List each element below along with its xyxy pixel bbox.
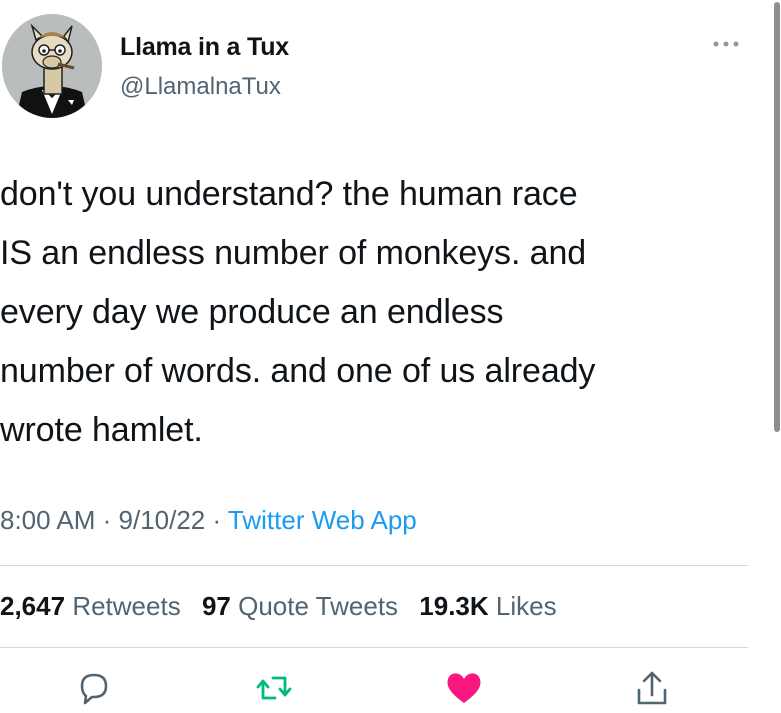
- quote-tweets-count: 97: [201, 591, 231, 621]
- meta-separator: ·: [95, 505, 119, 535]
- tweet-text-line: IS an endless number of monkeys. and: [0, 234, 587, 272]
- quote-tweets-stat[interactable]: 97 Quote Tweets: [202, 591, 398, 621]
- more-options-button[interactable]: [708, 32, 744, 56]
- retweets-label: Retweets: [72, 591, 181, 621]
- llama-in-tuxedo-avatar-icon: [2, 14, 102, 118]
- retweet-icon: [256, 676, 292, 700]
- tweet-time[interactable]: 8:00 AM: [0, 505, 95, 535]
- likes-count: 19.3K: [419, 591, 489, 621]
- tweet-actions: [0, 668, 781, 708]
- tweet-source-link[interactable]: Twitter Web App: [228, 505, 417, 535]
- tweet-stats: 2,647 Retweets 97 Quote Tweets 19.3K Lik…: [0, 591, 571, 622]
- scrollbar[interactable]: [774, 2, 780, 432]
- share-icon: [637, 671, 667, 705]
- tweet-text-line: don't you understand? the human race: [0, 175, 578, 213]
- share-button[interactable]: [632, 668, 672, 708]
- tweet-text-line: number of words. and one of us already: [0, 352, 596, 390]
- heart-icon: [447, 673, 481, 703]
- quote-tweets-label: Quote Tweets: [238, 591, 399, 621]
- meta-separator: ·: [205, 505, 228, 535]
- avatar[interactable]: [2, 14, 102, 118]
- retweet-button[interactable]: [254, 668, 294, 708]
- divider: [0, 647, 748, 648]
- retweets-stat[interactable]: 2,647 Retweets: [0, 591, 181, 621]
- tweet-date[interactable]: 9/10/22: [119, 505, 206, 535]
- author-display-name[interactable]: Llama in a Tux: [120, 33, 289, 62]
- author-handle[interactable]: @LlamalnaTux: [120, 73, 281, 101]
- tweet-meta: 8:00 AM · 9/10/22 · Twitter Web App: [0, 505, 417, 536]
- tweet-text: don't you understand? the human race IS …: [0, 165, 760, 460]
- tweet-text-line: wrote hamlet.: [0, 411, 203, 449]
- reply-icon: [80, 673, 108, 705]
- reply-button[interactable]: [74, 668, 114, 708]
- retweets-count: 2,647: [0, 591, 66, 621]
- divider: [0, 565, 748, 566]
- like-button[interactable]: [444, 668, 484, 708]
- tweet-text-line: every day we produce an endless: [0, 293, 504, 331]
- more-options-icon: [713, 41, 739, 47]
- likes-stat[interactable]: 19.3K Likes: [419, 591, 556, 621]
- likes-label: Likes: [495, 591, 557, 621]
